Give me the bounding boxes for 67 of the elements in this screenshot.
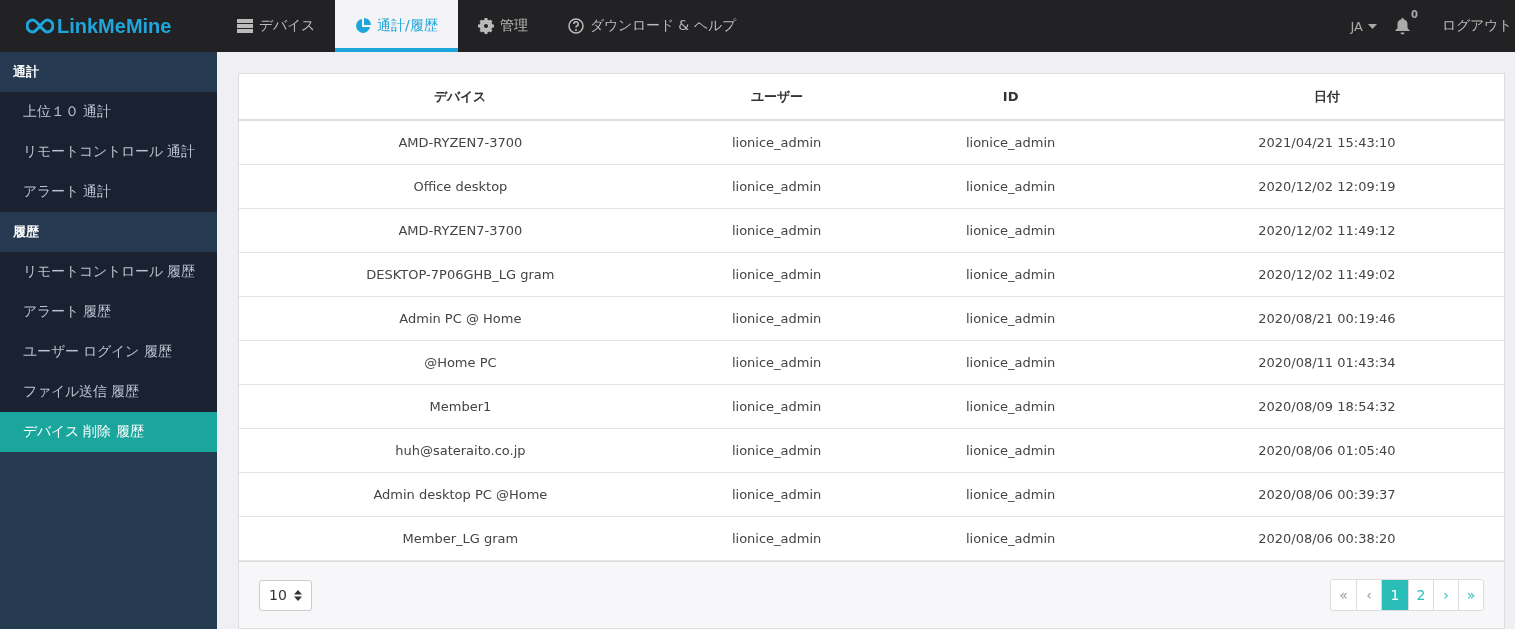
column-header: デバイス	[239, 74, 682, 120]
table-cell: 2020/12/02 11:49:12	[1149, 208, 1504, 253]
sidebar-item[interactable]: ユーザー ログイン 履歴	[0, 332, 217, 372]
table-cell: Office desktop	[239, 164, 682, 209]
bell-icon[interactable]	[1395, 17, 1410, 35]
table-cell: 2020/08/11 01:43:34	[1149, 340, 1504, 385]
table-cell: lionice_admin	[681, 296, 872, 341]
table-cell: Admin PC @ Home	[239, 296, 682, 341]
table-cell: lionice_admin	[871, 164, 1150, 209]
sidebar-item[interactable]: リモートコントロール 履歴	[0, 252, 217, 292]
table-cell: 2020/08/06 00:39:37	[1149, 472, 1504, 517]
table-cell: lionice_admin	[681, 384, 872, 429]
column-header: 日付	[1149, 74, 1504, 120]
table-cell: DESKTOP-7P06GHB_LG gram	[239, 252, 682, 297]
table-cell: lionice_admin	[871, 384, 1150, 429]
table-cell: lionice_admin	[681, 516, 872, 561]
sidebar-item[interactable]: アラート 履歴	[0, 292, 217, 332]
gear-icon	[477, 18, 494, 34]
server-icon	[237, 19, 253, 33]
table-cell: 2020/08/06 00:38:20	[1149, 516, 1504, 561]
table-cell: lionice_admin	[871, 428, 1150, 473]
table-cell: @Home PC	[239, 340, 682, 385]
table-cell: huh@sateraito.co.jp	[239, 428, 682, 473]
table-cell: 2020/08/09 18:54:32	[1149, 384, 1504, 429]
column-header: ID	[871, 74, 1150, 120]
table-cell: lionice_admin	[871, 208, 1150, 253]
nav-tab[interactable]: 管理	[457, 0, 548, 52]
caret-icon	[1368, 23, 1377, 29]
table-cell: AMD-RYZEN7-3700	[239, 120, 682, 165]
table-cell: lionice_admin	[871, 340, 1150, 385]
table-cell: 2021/04/21 15:43:10	[1149, 120, 1504, 165]
table-cell: lionice_admin	[681, 472, 872, 517]
language-dropdown[interactable]: JA	[1350, 0, 1395, 52]
table-cell: 2020/12/02 12:09:19	[1149, 164, 1504, 209]
table-cell: lionice_admin	[871, 252, 1150, 297]
table-cell: lionice_admin	[871, 472, 1150, 517]
table-cell: lionice_admin	[871, 296, 1150, 341]
table-cell: lionice_admin	[681, 252, 872, 297]
nav-tab[interactable]: ダウンロード & ヘルプ	[547, 0, 756, 52]
infinity-logo-icon	[26, 18, 54, 34]
table-cell: lionice_admin	[681, 428, 872, 473]
table-cell: Admin desktop PC @Home	[239, 472, 682, 517]
sidebar-item[interactable]: ファイル送信 履歴	[0, 372, 217, 412]
table-cell: lionice_admin	[871, 516, 1150, 561]
help-icon	[567, 18, 584, 34]
nav-tab[interactable]: デバイス	[217, 0, 335, 52]
table-cell: lionice_admin	[681, 120, 872, 165]
sidebar-item[interactable]: 上位１０ 通計	[0, 92, 217, 132]
table-cell: lionice_admin	[681, 208, 872, 253]
table-cell: lionice_admin	[871, 120, 1150, 165]
pie-chart-icon	[355, 18, 371, 34]
table-cell: 2020/08/06 01:05:40	[1149, 428, 1504, 473]
table-cell: Member_LG gram	[239, 516, 682, 561]
brand-name: LinkMeMine	[57, 14, 172, 38]
table-cell: lionice_admin	[681, 164, 872, 209]
table-cell: AMD-RYZEN7-3700	[239, 208, 682, 253]
up-down-caret-icon	[293, 589, 302, 601]
sidebar-item[interactable]: アラート 通計	[0, 172, 217, 212]
logout-link[interactable]: ログアウト	[1442, 0, 1515, 52]
table-cell: 2020/08/21 00:19:46	[1149, 296, 1504, 341]
sidebar-item[interactable]: リモートコントロール 通計	[0, 132, 217, 172]
table-cell: Member1	[239, 384, 682, 429]
notification-count: 0	[1411, 9, 1418, 20]
column-header: ユーザー	[681, 74, 872, 120]
page-size-select[interactable]: 10	[259, 579, 312, 611]
table-cell: lionice_admin	[681, 340, 872, 385]
table-cell: 2020/12/02 11:49:02	[1149, 252, 1504, 297]
